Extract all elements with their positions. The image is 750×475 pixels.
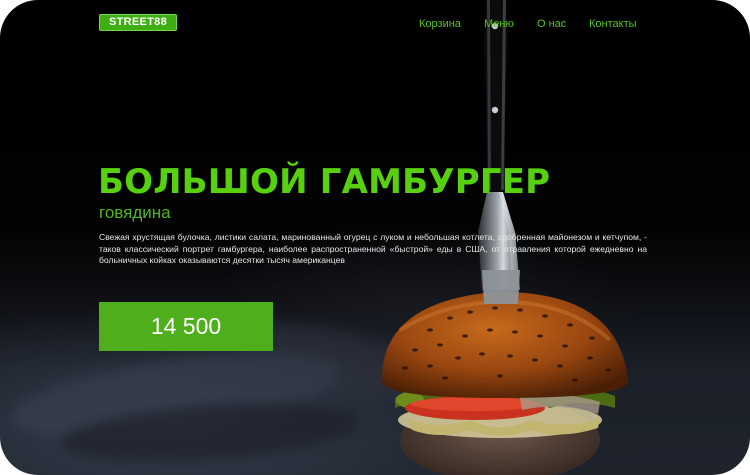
hero-section: STREET88 Корзина Меню О нас Контакты БОЛ…: [0, 0, 750, 475]
nav-cart[interactable]: Корзина: [419, 18, 461, 30]
product-title: БОЛЬШОЙ ГАМБУРГЕР: [98, 162, 551, 202]
product-subtitle: говядина: [99, 203, 171, 222]
price-button[interactable]: 14 500: [99, 302, 273, 351]
burger-image: [381, 270, 628, 475]
nav-contacts[interactable]: Контакты: [589, 18, 637, 30]
logo[interactable]: STREET88: [99, 14, 177, 31]
nav-about[interactable]: О нас: [537, 18, 566, 30]
product-description: Свежая хрустящая булочка, листики салата…: [99, 232, 647, 266]
nav-menu[interactable]: Меню: [484, 18, 514, 30]
